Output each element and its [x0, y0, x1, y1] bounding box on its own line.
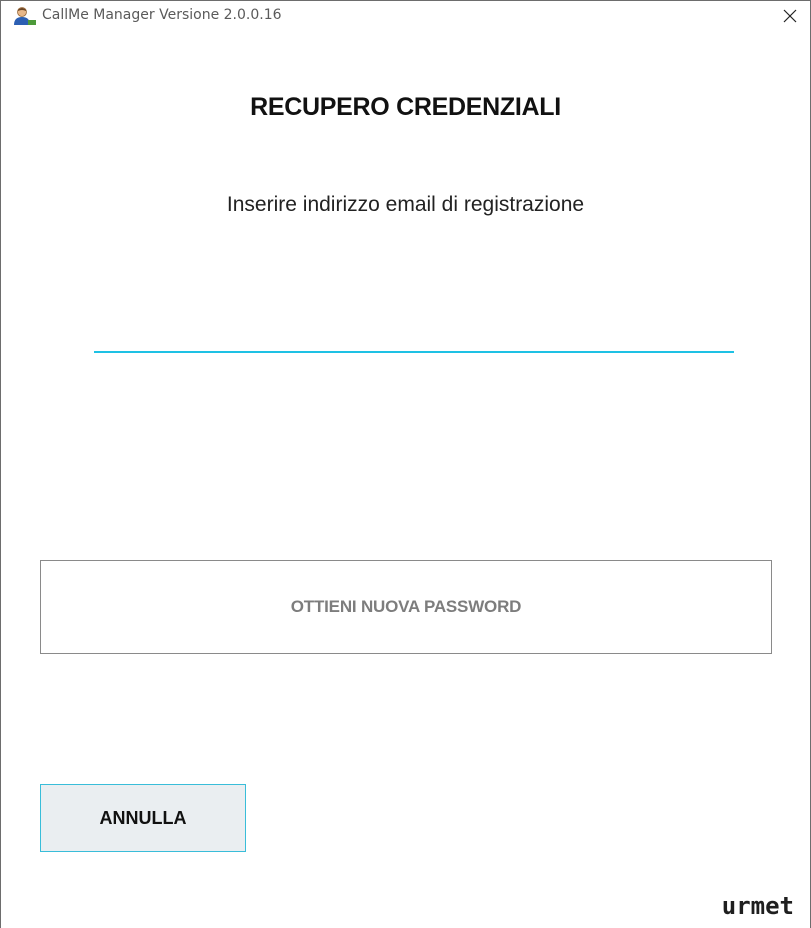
dialog-heading: RECUPERO CREDENZIALI	[250, 93, 561, 121]
cancel-button[interactable]: ANNULLA	[40, 784, 246, 852]
urmet-logo: urmet	[721, 892, 794, 920]
email-input[interactable]	[94, 319, 734, 353]
get-new-password-button[interactable]: OTTIENI NUOVA PASSWORD	[40, 560, 772, 654]
email-instruction: Inserire indirizzo email di registrazion…	[226, 193, 585, 216]
close-button[interactable]	[770, 1, 810, 31]
app-window: CallMe Manager Versione 2.0.0.16 RECUPER…	[0, 0, 811, 928]
user-icon	[13, 6, 37, 26]
title-bar: CallMe Manager Versione 2.0.0.16	[1, 1, 810, 31]
close-icon	[783, 9, 797, 23]
window-title: CallMe Manager Versione 2.0.0.16	[42, 7, 282, 23]
